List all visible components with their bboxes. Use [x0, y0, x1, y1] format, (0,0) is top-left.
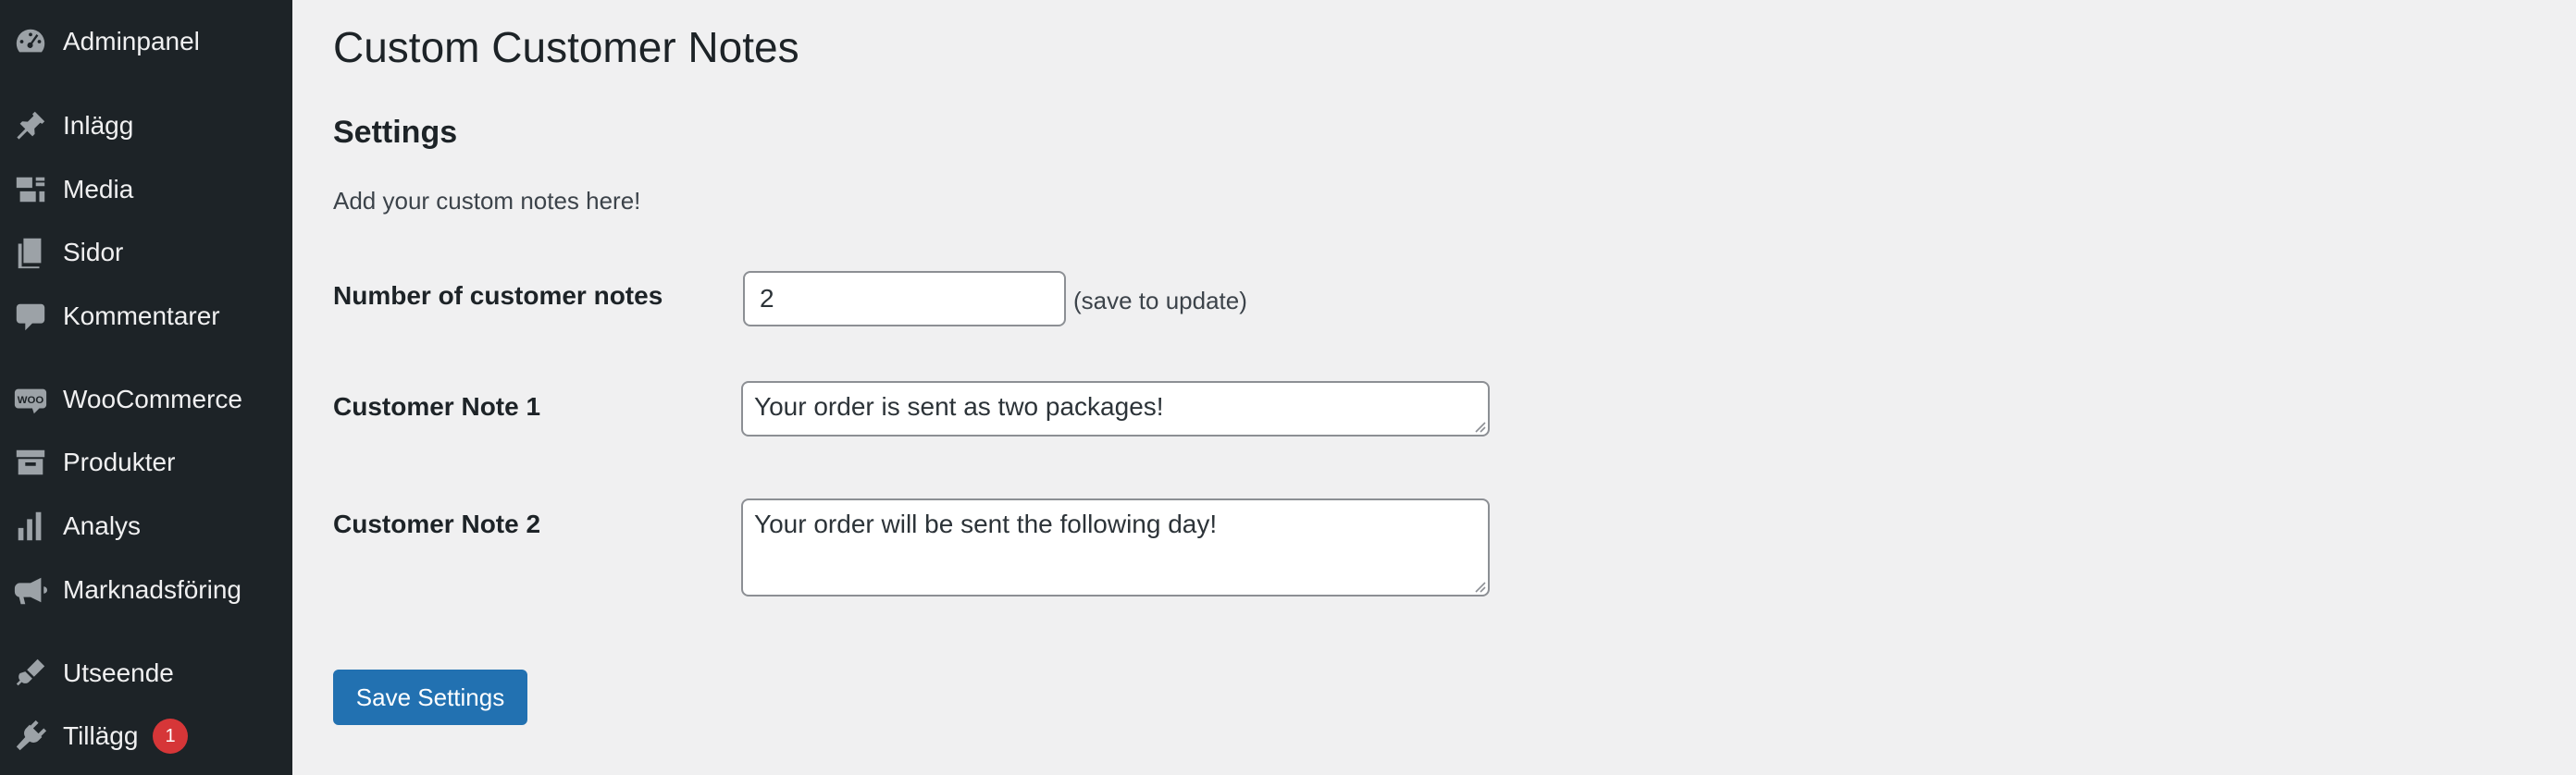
- media-icon: [13, 172, 48, 207]
- dashboard-icon: [13, 24, 48, 59]
- update-count-badge: 1: [153, 719, 188, 754]
- page-title: Custom Customer Notes: [333, 23, 799, 71]
- sidebar-item-analys[interactable]: Analys: [0, 498, 292, 555]
- main-content: Custom Customer Notes Settings Add your …: [292, 0, 2576, 775]
- sidebar-item-label: Sidor: [63, 238, 124, 266]
- brush-icon: [13, 656, 48, 691]
- save-settings-button[interactable]: Save Settings: [333, 670, 527, 725]
- customer-note-2-text: Your order will be sent the following da…: [754, 510, 1218, 538]
- resize-handle-icon[interactable]: [1471, 418, 1486, 433]
- sidebar-item-label: WooCommerce: [63, 385, 242, 413]
- sidebar-item-label: Utseende: [63, 658, 174, 687]
- sidebar-item-kommentarer[interactable]: Kommentarer: [0, 288, 292, 345]
- admin-sidebar: Adminpanel Inlägg Media Sidor Kommentare…: [0, 0, 292, 775]
- resize-handle-icon[interactable]: [1471, 578, 1486, 593]
- archive-icon: [13, 445, 48, 480]
- sidebar-item-label: Analys: [63, 511, 142, 540]
- sidebar-item-label: Adminpanel: [63, 27, 200, 55]
- sidebar-item-adminpanel[interactable]: Adminpanel: [0, 13, 292, 70]
- pin-icon: [13, 108, 48, 143]
- sidebar-item-marknadsforing[interactable]: Marknadsföring: [0, 561, 292, 619]
- sidebar-item-label: Media: [63, 175, 134, 203]
- pages-icon: [13, 235, 48, 270]
- sidebar-item-woocommerce[interactable]: WOO WooCommerce: [0, 371, 292, 428]
- customer-notes-count-input[interactable]: 2: [743, 271, 1066, 326]
- plugin-icon: [13, 719, 48, 754]
- woocommerce-icon: WOO: [13, 382, 48, 417]
- sidebar-item-label: Kommentarer: [63, 301, 220, 330]
- sidebar-item-label: Tillägg: [63, 721, 139, 750]
- customer-note-2-label: Customer Note 2: [333, 510, 541, 538]
- sidebar-item-label: Produkter: [63, 448, 176, 476]
- customer-note-1-textarea[interactable]: Your order is sent as two packages!: [741, 381, 1490, 437]
- customer-notes-count-label: Number of customer notes: [333, 281, 663, 310]
- customer-note-1-label: Customer Note 1: [333, 392, 541, 421]
- sidebar-item-produkter[interactable]: Produkter: [0, 434, 292, 491]
- bar-chart-icon: [13, 509, 48, 544]
- sidebar-item-sidor[interactable]: Sidor: [0, 224, 292, 281]
- sidebar-item-utseende[interactable]: Utseende: [0, 645, 292, 702]
- megaphone-icon: [13, 572, 48, 608]
- customer-note-2-textarea[interactable]: Your order will be sent the following da…: [741, 498, 1490, 597]
- customer-note-1-text: Your order is sent as two packages!: [754, 392, 1164, 421]
- sidebar-item-inlagg[interactable]: Inlägg: [0, 97, 292, 154]
- sidebar-item-media[interactable]: Media: [0, 161, 292, 218]
- sidebar-item-tillagg[interactable]: Tillägg 1: [0, 707, 292, 765]
- sidebar-item-label: Inlägg: [63, 111, 134, 140]
- svg-text:WOO: WOO: [18, 395, 44, 406]
- comment-icon: [13, 299, 48, 334]
- save-to-update-hint: (save to update): [1073, 287, 1247, 314]
- section-title: Settings: [333, 115, 458, 150]
- sidebar-item-label: Marknadsföring: [63, 575, 242, 604]
- section-description: Add your custom notes here!: [333, 187, 641, 215]
